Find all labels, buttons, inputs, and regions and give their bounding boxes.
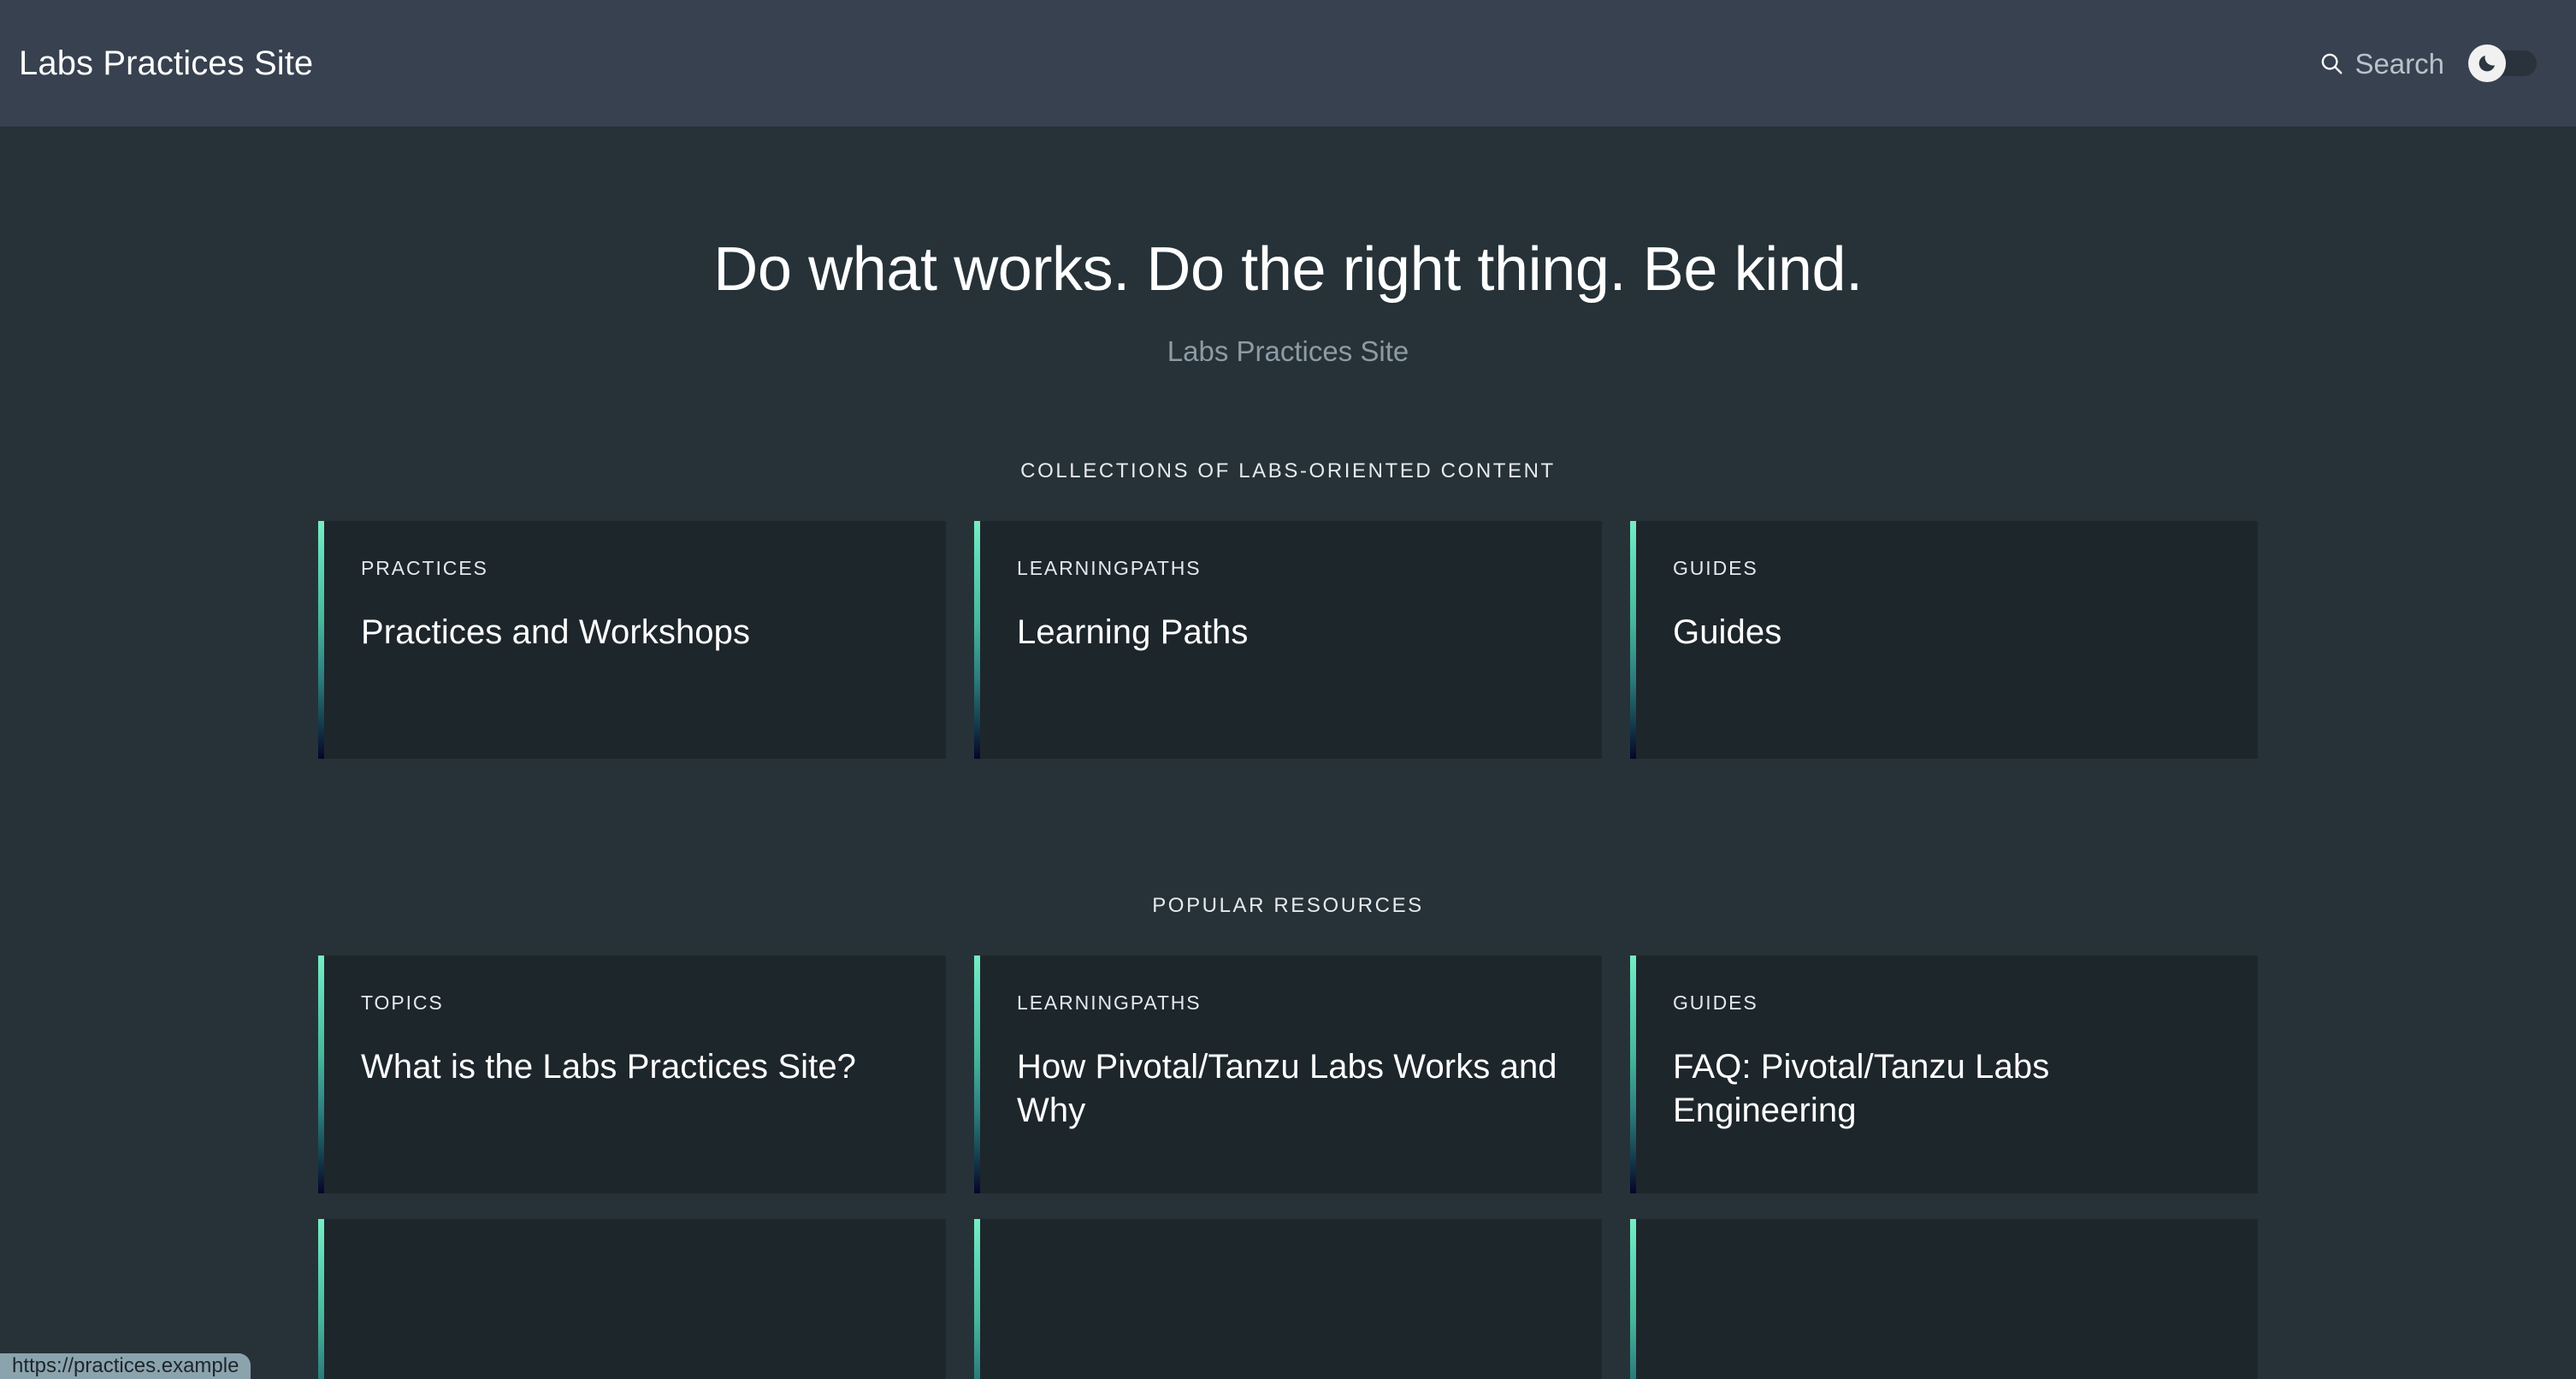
page-subtitle: Labs Practices Site — [1167, 335, 1409, 368]
card-category-label: LearningPaths — [1017, 991, 1202, 1014]
page-title: Do what works. Do the right thing. Be ki… — [713, 235, 1863, 304]
section-heading-popular: Popular Resources — [1152, 893, 1424, 917]
section-collections: Collections of Labs-oriented content Pra… — [0, 459, 2576, 759]
card-grid-popular: Topics What is the Labs Practices Site? … — [0, 955, 2576, 1193]
card-accent-bar — [974, 1218, 980, 1379]
hero-section: Do what works. Do the right thing. Be ki… — [0, 127, 2576, 369]
header-actions: Search — [2317, 44, 2538, 82]
card-accent-bar — [1630, 520, 1636, 759]
site-header: Labs Practices Site Search — [0, 0, 2576, 127]
content-card[interactable]: Practices Practices and Workshops — [318, 520, 946, 759]
card-title: Learning Paths — [1017, 613, 1249, 651]
search-label: Search — [2354, 47, 2444, 80]
card-title: FAQ: Pivotal/Tanzu Labs Engineering — [1673, 1047, 2050, 1129]
content-card[interactable]: Guides Guides — [1630, 520, 2258, 759]
site-brand[interactable]: Labs Practices Site — [19, 46, 313, 80]
card-title: Practices and Workshops — [361, 613, 751, 651]
browser-viewport: Labs Practices Site Search Do what works… — [0, 0, 2576, 1379]
section-popular-resources: Popular Resources Topics What is the Lab… — [0, 894, 2576, 1379]
content-card[interactable]: LearningPaths Learning Paths — [974, 520, 1602, 759]
card-title: How Pivotal/Tanzu Labs Works and Why — [1017, 1047, 1557, 1129]
card-grid-collections: Practices Practices and Workshops Learni… — [0, 520, 2576, 759]
card-accent-bar — [318, 520, 324, 759]
card-category-label: Guides — [1673, 991, 1758, 1014]
card-accent-bar — [974, 520, 980, 759]
status-bar-url: https://practices.example — [12, 1354, 239, 1377]
content-card[interactable] — [318, 1218, 946, 1379]
search-icon — [2319, 50, 2344, 76]
card-accent-bar — [318, 955, 324, 1193]
card-accent-bar — [1630, 955, 1636, 1193]
card-category-label: Practices — [361, 556, 488, 579]
content-card[interactable]: LearningPaths How Pivotal/Tanzu Labs Wor… — [974, 955, 1602, 1193]
card-accent-bar — [318, 1218, 324, 1379]
card-category-label: Guides — [1673, 556, 1758, 579]
card-category-label: LearningPaths — [1017, 556, 1202, 579]
content-card[interactable]: Topics What is the Labs Practices Site? — [318, 955, 946, 1193]
moon-icon — [2477, 53, 2497, 74]
section-heading-collections: Collections of Labs-oriented content — [1020, 459, 1556, 482]
content-card[interactable] — [1630, 1218, 2258, 1379]
browser-status-bar: https://practices.example — [0, 1353, 251, 1379]
card-category-label: Topics — [361, 991, 444, 1014]
card-accent-bar — [1630, 1218, 1636, 1379]
toggle-knob — [2468, 44, 2506, 82]
content-card[interactable]: Guides FAQ: Pivotal/Tanzu Labs Engineeri… — [1630, 955, 2258, 1193]
dark-mode-toggle[interactable] — [2468, 44, 2538, 82]
card-title: What is the Labs Practices Site? — [361, 1047, 857, 1086]
card-title: Guides — [1673, 613, 1782, 651]
card-accent-bar — [974, 955, 980, 1193]
content-card[interactable] — [974, 1218, 1602, 1379]
card-grid-popular-overflow — [0, 1218, 2576, 1379]
search-button[interactable]: Search — [2317, 46, 2446, 81]
